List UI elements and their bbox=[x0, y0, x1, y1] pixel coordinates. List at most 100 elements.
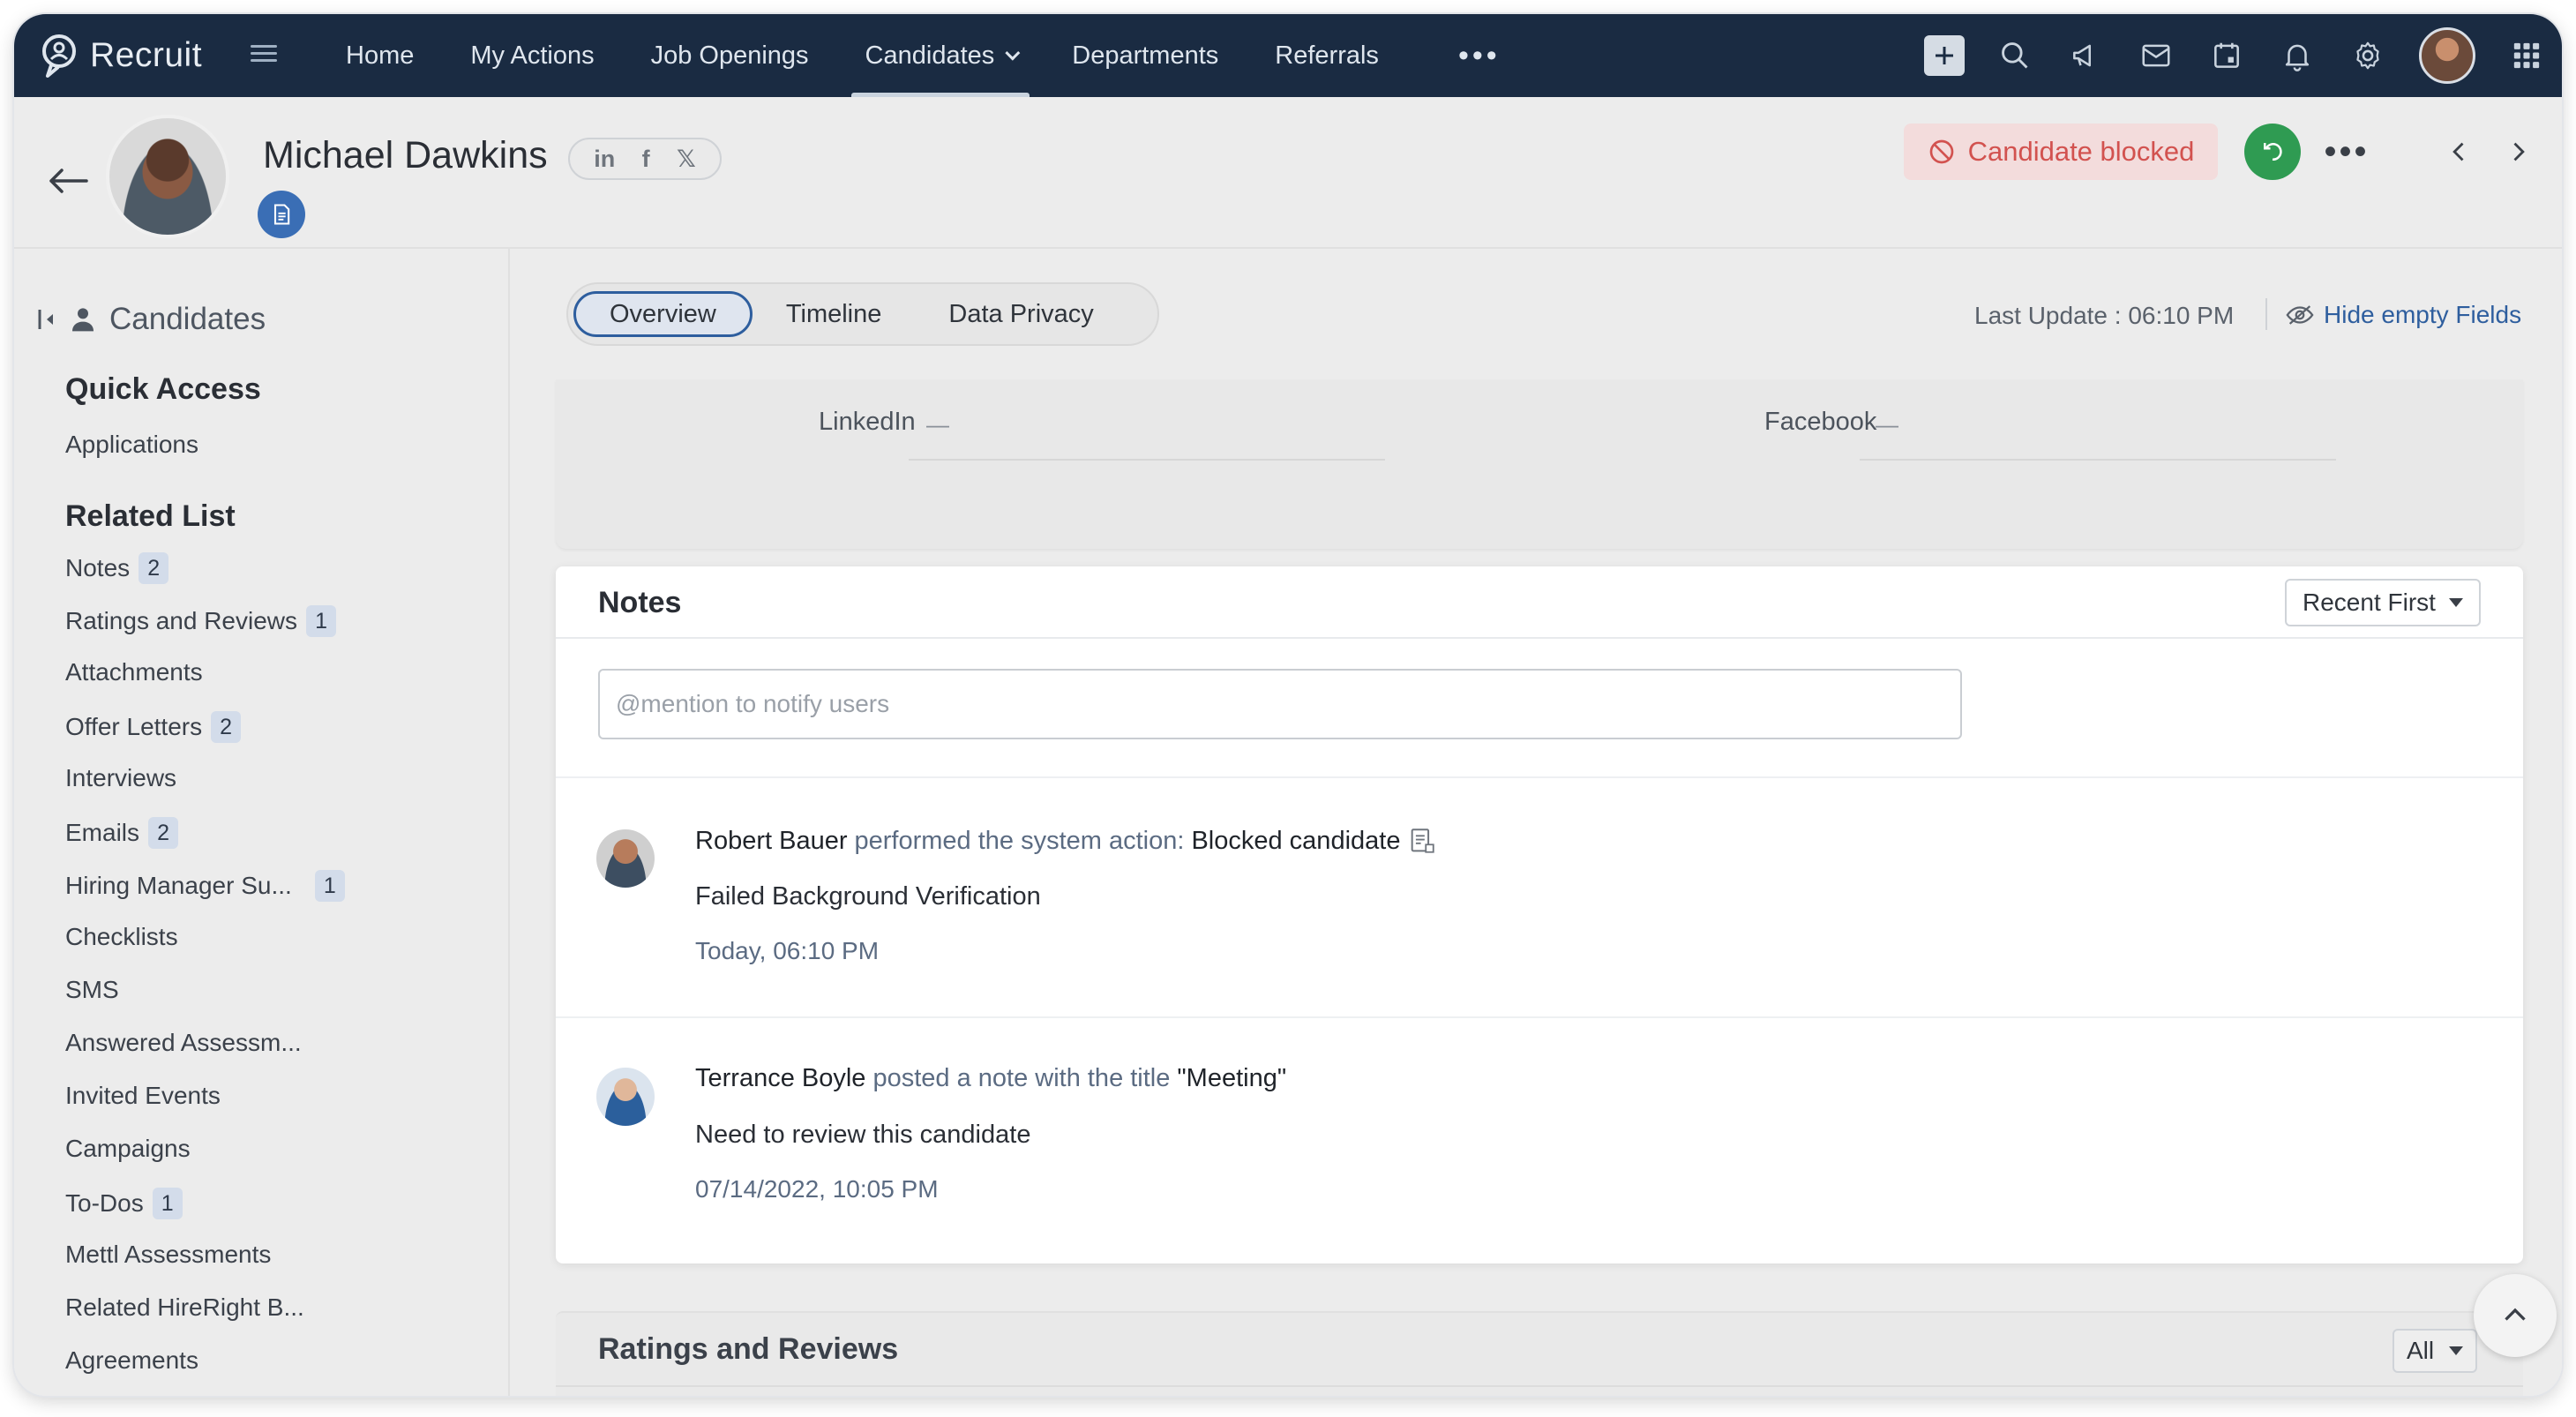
sidebar-item-emails[interactable]: Emails 2 bbox=[65, 817, 179, 849]
sidebar-item-label: Emails bbox=[65, 819, 140, 846]
search-icon[interactable] bbox=[1980, 14, 2050, 97]
sidebar-item-answered-assessments[interactable]: Answered Assessm... bbox=[65, 1029, 302, 1057]
sidebar-item-label: Invited Events bbox=[65, 1082, 221, 1109]
x-icon[interactable]: 𝕏 bbox=[677, 146, 696, 173]
sidebar-item-campaigns[interactable]: Campaigns bbox=[65, 1135, 191, 1163]
sidebar-item-applications[interactable]: Applications bbox=[65, 431, 198, 459]
note-author[interactable]: Robert Bauer bbox=[695, 827, 848, 856]
nav-home[interactable]: Home bbox=[318, 14, 442, 97]
sidebar-item-related-hireright[interactable]: Related HireRight B... bbox=[65, 1293, 304, 1322]
sidebar-item-mettl-assessments[interactable]: Mettl Assessments bbox=[65, 1241, 271, 1269]
unblock-button[interactable] bbox=[2244, 124, 2301, 180]
apps-grid-icon[interactable] bbox=[2491, 14, 2562, 97]
nav-referrals-label: Referrals bbox=[1275, 41, 1379, 70]
field-underline bbox=[1860, 459, 2336, 461]
facebook-icon[interactable]: f bbox=[642, 146, 650, 173]
nav-my-actions-label: My Actions bbox=[470, 41, 595, 70]
system-log-icon[interactable] bbox=[1407, 826, 1437, 856]
field-value-linkedin[interactable]: — bbox=[926, 411, 949, 439]
next-record-icon[interactable] bbox=[2500, 132, 2535, 171]
filter-value: All bbox=[2407, 1337, 2435, 1364]
last-update: Last Update : 06:10 PM bbox=[1974, 302, 2235, 329]
sidebar-item-label: Answered Assessm... bbox=[65, 1029, 302, 1056]
field-value-facebook[interactable]: — bbox=[1876, 411, 1898, 439]
resume-icon[interactable] bbox=[258, 191, 305, 238]
sidebar-item-checklists[interactable]: Checklists bbox=[65, 923, 178, 951]
tab-overview[interactable]: Overview bbox=[573, 291, 753, 337]
field-label-facebook: Facebook bbox=[1764, 408, 1877, 436]
menu-icon[interactable] bbox=[251, 41, 277, 67]
recruit-logo-icon bbox=[42, 34, 76, 78]
linkedin-icon[interactable]: in bbox=[594, 146, 615, 173]
ratings-filter-select[interactable]: All bbox=[2393, 1329, 2477, 1373]
gear-icon[interactable] bbox=[2333, 14, 2403, 97]
tab-timeline[interactable]: Timeline bbox=[753, 291, 916, 337]
person-icon bbox=[72, 308, 94, 332]
sidebar-item-label: Offer Letters bbox=[65, 713, 203, 740]
nav-more[interactable]: ••• bbox=[1407, 14, 1552, 97]
sidebar-item-attachments[interactable]: Attachments bbox=[65, 658, 203, 686]
user-avatar[interactable] bbox=[2403, 14, 2491, 97]
top-nav: Recruit Home My Actions Job Openings Can… bbox=[14, 14, 2562, 97]
hide-empty-fields-toggle[interactable]: Hide empty Fields bbox=[2285, 300, 2521, 330]
bell-icon[interactable] bbox=[2262, 14, 2333, 97]
hide-empty-label: Hide empty Fields bbox=[2324, 301, 2522, 328]
sort-value: Recent First bbox=[2303, 589, 2436, 616]
sidebar-item-label: SMS bbox=[65, 976, 119, 1003]
more-actions-button[interactable]: ••• bbox=[2320, 124, 2373, 180]
quick-access-heading: Quick Access bbox=[65, 372, 261, 406]
sidebar-item-label: Campaigns bbox=[65, 1135, 191, 1162]
mention-input[interactable] bbox=[598, 669, 1962, 739]
sidebar-item-label: Related HireRight B... bbox=[65, 1293, 304, 1321]
note-header: Terrance Boyle posted a note with the ti… bbox=[695, 1064, 1286, 1093]
nav-departments[interactable]: Departments bbox=[1044, 14, 1247, 97]
nav-my-actions[interactable]: My Actions bbox=[442, 14, 622, 97]
sidebar-item-invited-events[interactable]: Invited Events bbox=[65, 1082, 221, 1110]
sidebar-item-label: Checklists bbox=[65, 923, 178, 950]
sidebar-item-interviews[interactable]: Interviews bbox=[65, 764, 176, 792]
note-author[interactable]: Terrance Boyle bbox=[695, 1064, 865, 1093]
chevron-up-icon bbox=[2505, 1308, 2526, 1321]
sidebar-item-notes[interactable]: Notes 2 bbox=[65, 552, 169, 584]
ratings-title: Ratings and Reviews bbox=[598, 1332, 899, 1366]
record-header: Michael Dawkins in f 𝕏 Candidate blocked… bbox=[14, 97, 2562, 249]
tab-data-privacy[interactable]: Data Privacy bbox=[915, 291, 1127, 337]
notes-sort-select[interactable]: Recent First bbox=[2285, 579, 2481, 626]
plus-icon[interactable] bbox=[1909, 14, 1980, 97]
sidebar-item-label: To-Dos bbox=[65, 1189, 144, 1217]
sidebar-item-sms[interactable]: SMS bbox=[65, 976, 119, 1004]
calendar-icon[interactable] bbox=[2191, 14, 2262, 97]
sidebar-item-label: Notes bbox=[65, 554, 131, 581]
mail-icon[interactable] bbox=[2121, 14, 2191, 97]
sidebar-header: Candidates bbox=[37, 302, 266, 337]
note-composer bbox=[556, 641, 2523, 778]
sidebar-item-to-dos[interactable]: To-Dos 1 bbox=[65, 1188, 183, 1219]
chevron-down-icon bbox=[1005, 45, 1021, 61]
megaphone-icon[interactable] bbox=[2050, 14, 2121, 97]
brand-name: Recruit bbox=[90, 36, 203, 74]
note-time: 07/14/2022, 10:05 PM bbox=[695, 1175, 939, 1203]
collapse-sidebar-icon[interactable] bbox=[37, 306, 56, 333]
brand[interactable]: Recruit bbox=[37, 32, 202, 79]
nav-home-label: Home bbox=[346, 41, 415, 70]
count-badge: 2 bbox=[211, 711, 242, 743]
sidebar-item-offer-letters[interactable]: Offer Letters 2 bbox=[65, 711, 242, 743]
previous-record-icon[interactable] bbox=[2442, 132, 2477, 171]
note-subject: "Meeting" bbox=[1177, 1064, 1287, 1092]
count-badge: 2 bbox=[148, 817, 179, 849]
scroll-to-top-button[interactable] bbox=[2474, 1274, 2557, 1357]
sidebar-item-ratings-and-reviews[interactable]: Ratings and Reviews 1 bbox=[65, 605, 337, 637]
nav-job-openings[interactable]: Job Openings bbox=[623, 14, 837, 97]
nav-candidates[interactable]: Candidates bbox=[837, 14, 1045, 97]
sidebar-title: Candidates bbox=[109, 302, 266, 336]
sidebar-item-label: Hiring Manager Su... bbox=[65, 872, 292, 899]
related-list-heading: Related List bbox=[65, 499, 236, 533]
candidate-blocked-badge[interactable]: Candidate blocked bbox=[1904, 124, 2218, 180]
sidebar-item-agreements[interactable]: Agreements bbox=[65, 1346, 198, 1375]
notes-panel: Notes Recent First Robert Bauer performe… bbox=[556, 566, 2523, 1263]
caret-down-icon bbox=[2449, 1346, 2463, 1355]
back-arrow-icon[interactable] bbox=[48, 168, 88, 194]
nav-referrals[interactable]: Referrals bbox=[1247, 14, 1407, 97]
sidebar-item-hiring-manager-summary[interactable]: Hiring Manager Su... 1 bbox=[65, 870, 345, 902]
candidate-photo bbox=[106, 115, 229, 238]
